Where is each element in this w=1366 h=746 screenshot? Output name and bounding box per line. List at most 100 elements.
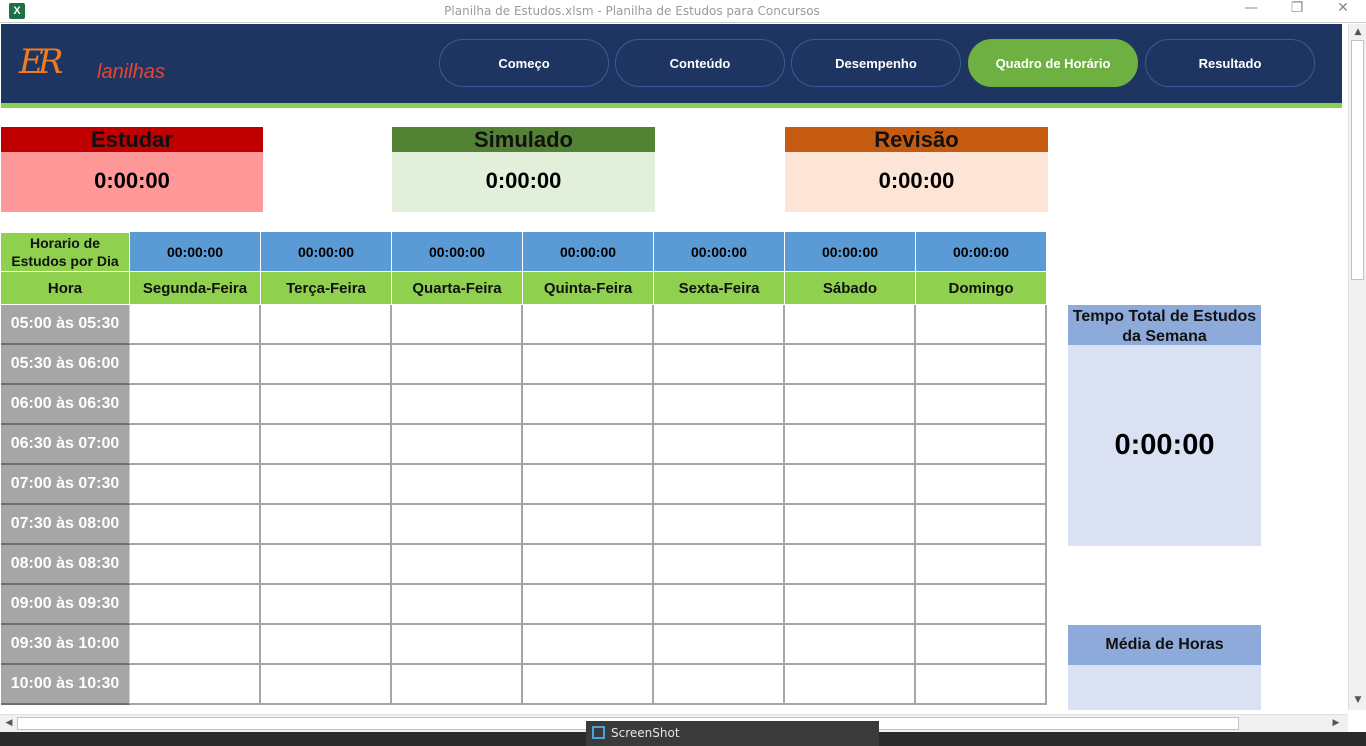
schedule-cell[interactable] [261, 625, 392, 665]
schedule-cell[interactable] [392, 425, 523, 465]
schedule-cell[interactable] [785, 505, 916, 545]
schedule-cell[interactable] [130, 385, 261, 425]
schedule-cell[interactable] [392, 505, 523, 545]
schedule-cell[interactable] [654, 425, 785, 465]
schedule-cell[interactable] [916, 545, 1047, 585]
close-button[interactable]: ✕ [1320, 0, 1366, 23]
schedule-cell[interactable] [916, 625, 1047, 665]
schedule-cell[interactable] [523, 345, 654, 385]
schedule-cell[interactable] [130, 585, 261, 625]
hour-column-header: Hora [1, 271, 130, 304]
schedule-cell[interactable] [654, 505, 785, 545]
schedule-cell[interactable] [654, 665, 785, 705]
scroll-left-icon[interactable]: ◀ [4, 718, 14, 728]
scroll-up-icon[interactable]: ▲ [1352, 27, 1364, 37]
schedule-cell[interactable] [785, 625, 916, 665]
schedule-cell[interactable] [916, 425, 1047, 465]
schedule-cell[interactable] [523, 545, 654, 585]
schedule-cell[interactable] [130, 505, 261, 545]
screenshot-taskbar-item[interactable]: ScreenShot [586, 721, 879, 746]
logo-initials: ER [19, 42, 63, 82]
header-divider [1, 103, 1342, 108]
day-total-time: 00:00:00 [392, 232, 523, 271]
schedule-cell[interactable] [785, 425, 916, 465]
schedule-cell[interactable] [130, 665, 261, 705]
schedule-cell[interactable] [654, 305, 785, 345]
schedule-cell[interactable] [654, 465, 785, 505]
vertical-scroll-thumb[interactable] [1351, 40, 1364, 280]
schedule-cell[interactable] [523, 505, 654, 545]
nav-desempenho-button[interactable]: Desempenho [791, 39, 961, 87]
schedule-cell[interactable] [523, 665, 654, 705]
day-header: Segunda-Feira [130, 271, 261, 304]
schedule-cell[interactable] [261, 425, 392, 465]
screenshot-label: ScreenShot [611, 726, 680, 740]
schedule-cell[interactable] [261, 345, 392, 385]
time-slot-label: 05:00 às 05:30 [1, 305, 130, 345]
schedule-cell[interactable] [392, 305, 523, 345]
schedule-cell[interactable] [785, 465, 916, 505]
schedule-cell[interactable] [916, 665, 1047, 705]
scroll-down-icon[interactable]: ▼ [1352, 695, 1364, 705]
day-total-time: 00:00:00 [261, 232, 392, 271]
schedule-cell[interactable] [785, 305, 916, 345]
daily-hours-label: Horario de Estudos por Dia [1, 232, 130, 271]
schedule-cell[interactable] [392, 345, 523, 385]
schedule-cell[interactable] [916, 305, 1047, 345]
nav-comeco-button[interactable]: Começo [439, 39, 609, 87]
schedule-cell[interactable] [654, 345, 785, 385]
schedule-cell[interactable] [916, 465, 1047, 505]
schedule-cell[interactable] [785, 345, 916, 385]
time-slot-label: 05:30 às 06:00 [1, 345, 130, 385]
schedule-cell[interactable] [523, 625, 654, 665]
schedule-cell[interactable] [130, 625, 261, 665]
schedule-cell[interactable] [261, 545, 392, 585]
schedule-cell[interactable] [392, 625, 523, 665]
schedule-cell[interactable] [261, 585, 392, 625]
schedule-cell[interactable] [654, 625, 785, 665]
schedule-cell[interactable] [654, 385, 785, 425]
schedule-cell[interactable] [261, 385, 392, 425]
schedule-cell[interactable] [130, 545, 261, 585]
schedule-cell[interactable] [916, 385, 1047, 425]
title-bar: X Planilha de Estudos.xlsm - Planilha de… [0, 0, 1366, 23]
schedule-cell[interactable] [785, 665, 916, 705]
logo-text: lanilhas [97, 61, 165, 83]
schedule-cell[interactable] [130, 305, 261, 345]
time-slot-label: 09:30 às 10:00 [1, 625, 130, 665]
revisao-summary: Revisão 0:00:00 [785, 127, 1048, 212]
schedule-cell[interactable] [523, 385, 654, 425]
schedule-cell[interactable] [261, 665, 392, 705]
schedule-cell[interactable] [392, 465, 523, 505]
schedule-cell[interactable] [785, 585, 916, 625]
schedule-cell[interactable] [130, 345, 261, 385]
schedule-cell[interactable] [392, 665, 523, 705]
schedule-cell[interactable] [392, 545, 523, 585]
schedule-cell[interactable] [916, 505, 1047, 545]
nav-resultado-button[interactable]: Resultado [1145, 39, 1315, 87]
nav-quadro-de-horario-button[interactable]: Quadro de Horário [968, 39, 1138, 87]
schedule-cell[interactable] [654, 545, 785, 585]
vertical-scrollbar[interactable]: ▲ ▼ [1348, 24, 1366, 710]
schedule-cell[interactable] [523, 305, 654, 345]
schedule-cell[interactable] [261, 465, 392, 505]
schedule-cell[interactable] [261, 305, 392, 345]
schedule-cell[interactable] [392, 385, 523, 425]
schedule-cell[interactable] [130, 425, 261, 465]
schedule-cell[interactable] [523, 465, 654, 505]
schedule-cell[interactable] [130, 465, 261, 505]
schedule-cell[interactable] [785, 545, 916, 585]
schedule-cell[interactable] [916, 585, 1047, 625]
nav-conteudo-button[interactable]: Conteúdo [615, 39, 785, 87]
schedule-cell[interactable] [654, 585, 785, 625]
schedule-cell[interactable] [523, 425, 654, 465]
estudar-summary: Estudar 0:00:00 [1, 127, 263, 212]
minimize-button[interactable]: — [1228, 0, 1274, 23]
schedule-cell[interactable] [785, 385, 916, 425]
scroll-right-icon[interactable]: ▶ [1331, 718, 1341, 728]
schedule-cell[interactable] [916, 345, 1047, 385]
restore-button[interactable]: ❐ [1274, 0, 1320, 23]
schedule-cell[interactable] [261, 505, 392, 545]
schedule-cell[interactable] [523, 585, 654, 625]
schedule-cell[interactable] [392, 585, 523, 625]
